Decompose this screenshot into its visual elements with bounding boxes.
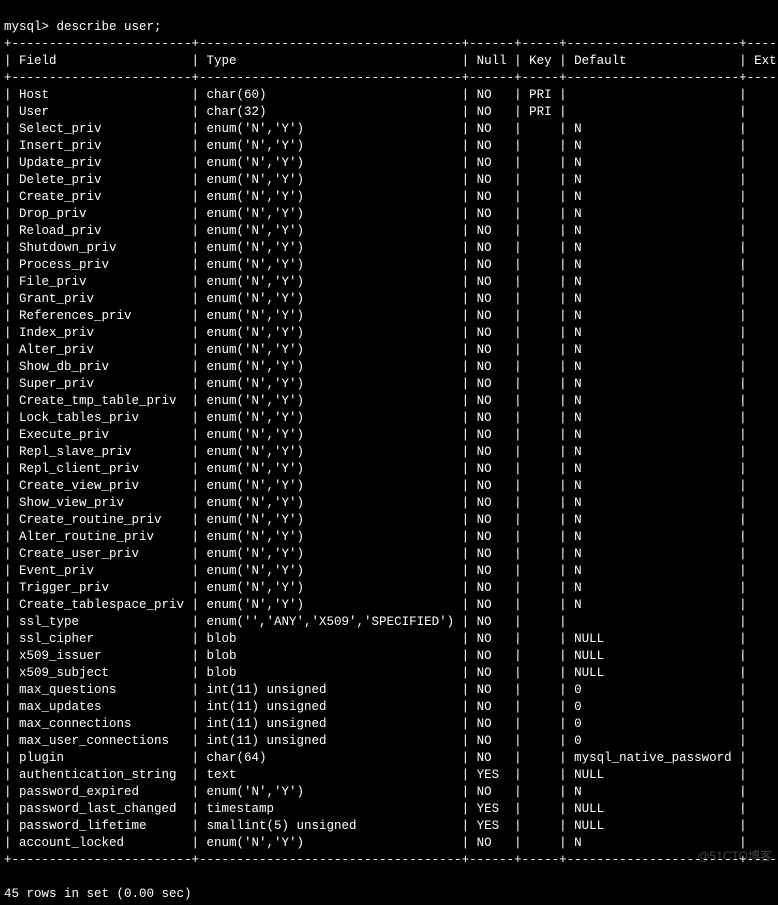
table-row: | account_locked | enum('N','Y') | NO | … [4,835,774,852]
table-row: | Drop_priv | enum('N','Y') | NO | | N |… [4,206,774,223]
table-row: | Create_tmp_table_priv | enum('N','Y') … [4,393,774,410]
table-border: +------------------------+--------------… [4,852,774,869]
table-row: | x509_subject | blob | NO | | NULL | | [4,665,774,682]
table-header-row: | Field | Type | Null | Key | Default | … [4,53,774,70]
table-row: | x509_issuer | blob | NO | | NULL | | [4,648,774,665]
table-border: +------------------------+--------------… [4,36,774,53]
table-row: | ssl_cipher | blob | NO | | NULL | | [4,631,774,648]
table-row: | Trigger_priv | enum('N','Y') | NO | | … [4,580,774,597]
table-row: | max_user_connections | int(11) unsigne… [4,733,774,750]
table-row: | User | char(32) | NO | PRI | | | [4,104,774,121]
table-row: | Create_routine_priv | enum('N','Y') | … [4,512,774,529]
table-row: | Create_tablespace_priv | enum('N','Y')… [4,597,774,614]
table-row: | Alter_priv | enum('N','Y') | NO | | N … [4,342,774,359]
table-row: | Update_priv | enum('N','Y') | NO | | N… [4,155,774,172]
table-row: | Lock_tables_priv | enum('N','Y') | NO … [4,410,774,427]
table-row: | Repl_slave_priv | enum('N','Y') | NO |… [4,444,774,461]
table-row: | password_last_changed | timestamp | YE… [4,801,774,818]
table-row: | Event_priv | enum('N','Y') | NO | | N … [4,563,774,580]
table-row: | Reload_priv | enum('N','Y') | NO | | N… [4,223,774,240]
table-row: | Select_priv | enum('N','Y') | NO | | N… [4,121,774,138]
table-row: | Create_view_priv | enum('N','Y') | NO … [4,478,774,495]
table-row: | Repl_client_priv | enum('N','Y') | NO … [4,461,774,478]
table-row: | Index_priv | enum('N','Y') | NO | | N … [4,325,774,342]
table-row: | Host | char(60) | NO | PRI | | | [4,87,774,104]
table-row: | Show_view_priv | enum('N','Y') | NO | … [4,495,774,512]
table-row: | Delete_priv | enum('N','Y') | NO | | N… [4,172,774,189]
table-row: | Insert_priv | enum('N','Y') | NO | | N… [4,138,774,155]
table-border: +------------------------+--------------… [4,70,774,87]
result-footer: 45 rows in set (0.00 sec) [4,887,192,901]
table-row: | Create_priv | enum('N','Y') | NO | | N… [4,189,774,206]
table-row: | Process_priv | enum('N','Y') | NO | | … [4,257,774,274]
table-row: | plugin | char(64) | NO | | mysql_nativ… [4,750,774,767]
table-row: | Execute_priv | enum('N','Y') | NO | | … [4,427,774,444]
table-row: | File_priv | enum('N','Y') | NO | | N |… [4,274,774,291]
table-row: | authentication_string | text | YES | |… [4,767,774,784]
table-row: | Super_priv | enum('N','Y') | NO | | N … [4,376,774,393]
table-row: | Create_user_priv | enum('N','Y') | NO … [4,546,774,563]
table-row: | password_lifetime | smallint(5) unsign… [4,818,774,835]
watermark-text: @51CTO博客 [697,848,772,865]
table-row: | References_priv | enum('N','Y') | NO |… [4,308,774,325]
sql-prompt-line: mysql> describe user; [4,20,162,34]
table-row: | ssl_type | enum('','ANY','X509','SPECI… [4,614,774,631]
table-row: | Alter_routine_priv | enum('N','Y') | N… [4,529,774,546]
table-row: | Shutdown_priv | enum('N','Y') | NO | |… [4,240,774,257]
describe-table: +------------------------+--------------… [4,36,774,869]
terminal-output: mysql> describe user; +-----------------… [0,0,778,905]
table-row: | max_updates | int(11) unsigned | NO | … [4,699,774,716]
table-row: | max_connections | int(11) unsigned | N… [4,716,774,733]
table-row: | Show_db_priv | enum('N','Y') | NO | | … [4,359,774,376]
table-row: | Grant_priv | enum('N','Y') | NO | | N … [4,291,774,308]
table-row: | password_expired | enum('N','Y') | NO … [4,784,774,801]
table-row: | max_questions | int(11) unsigned | NO … [4,682,774,699]
